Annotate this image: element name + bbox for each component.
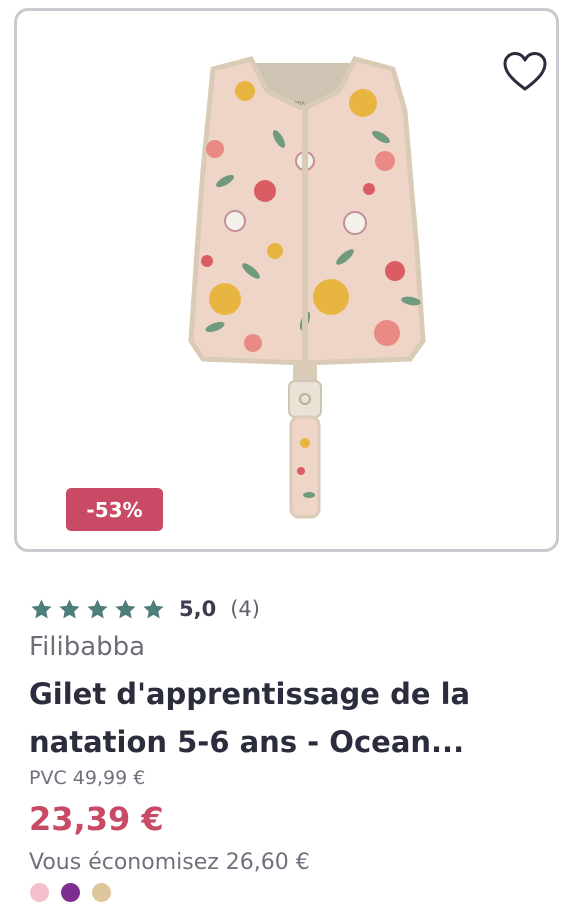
color-swatch[interactable] (92, 883, 111, 902)
product-title[interactable]: Gilet d'apprentissage de la natation 5-6… (29, 670, 529, 766)
rating-stars (30, 598, 165, 621)
sale-price: 23,39 € (29, 800, 164, 838)
star-icon (87, 598, 108, 618)
star-icon (115, 598, 136, 618)
rating-value: 5,0 (179, 597, 217, 621)
savings-text: Vous économisez 26,60 € (29, 850, 310, 875)
product-photo: FILIBABBA (188, 56, 426, 519)
color-swatches (30, 883, 111, 902)
star-icon (59, 598, 80, 618)
product-title-line: natation 5-6 ans - Ocean... (29, 725, 465, 759)
star-icon (31, 598, 52, 618)
product-image-card[interactable]: FILIBABBA (14, 8, 559, 552)
color-swatch[interactable] (61, 883, 80, 902)
review-count[interactable]: (4) (230, 597, 260, 621)
discount-badge: -53% (66, 488, 163, 531)
star-icon (143, 598, 164, 618)
color-swatch[interactable] (30, 883, 49, 902)
rating-row[interactable]: 5,0 (4) (30, 594, 260, 624)
recommended-retail-price: PVC 49,99 € (29, 767, 146, 789)
brand-name[interactable]: Filibabba (29, 632, 145, 662)
heart-outline-icon[interactable] (502, 51, 548, 93)
product-title-line: Gilet d'apprentissage de la (29, 677, 471, 711)
